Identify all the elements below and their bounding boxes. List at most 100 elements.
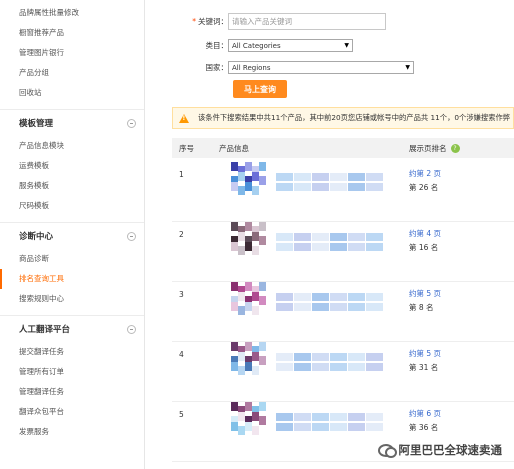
row-number: 2 [179, 230, 184, 239]
blurred-text-block [294, 233, 311, 241]
product-title-blurred[interactable] [262, 405, 412, 447]
sidebar-item-service-template[interactable]: 服务模板 [0, 176, 144, 196]
blurred-text-block [348, 303, 365, 311]
rank-page-link[interactable]: 约第 6 页 [409, 408, 441, 419]
thumbnail-pixel [238, 186, 245, 195]
sidebar-item-brand-attr[interactable]: 品牌属性批量修改 [0, 3, 144, 23]
sidebar-item-all-orders[interactable]: 管理所有订单 [0, 362, 144, 382]
thumbnail-pixel [231, 422, 238, 431]
sidebar-group-header[interactable]: 模板管理 [0, 110, 144, 136]
thumbnail-pixel [245, 302, 252, 311]
blurred-text-block [348, 183, 365, 191]
sidebar: 品牌属性批量修改 橱窗推荐产品 管理图片银行 产品分组 回收站 模板管理 产品信… [0, 0, 145, 469]
blurred-text-block [330, 353, 347, 361]
sidebar-item-recycle[interactable]: 回收站 [0, 83, 144, 103]
sidebar-group-header[interactable]: 人工翻译平台 [0, 316, 144, 342]
blurred-text-block [348, 363, 365, 371]
category-select[interactable]: All Categories ▼ [228, 39, 353, 52]
thumbnail-pixel [245, 282, 252, 291]
blurred-text-block [312, 293, 329, 301]
blurred-text-block [366, 353, 383, 361]
thumbnail-pixel [231, 162, 238, 171]
table-row: 3 约第 5 页第 8 名 [172, 280, 514, 342]
table-row: 1 约第 2 页第 26 名 [172, 160, 514, 222]
blurred-text-block [276, 303, 293, 311]
thumbnail-pixel [238, 412, 245, 421]
sidebar-item-crowdsource[interactable]: 翻译众包平台 [0, 402, 144, 422]
thumbnail-pixel [231, 402, 238, 411]
blurred-text-block [294, 413, 311, 421]
thumbnail-pixel [231, 342, 238, 351]
blurred-text-block [348, 423, 365, 431]
rank-page-link[interactable]: 约第 5 页 [409, 348, 441, 359]
sidebar-item-image-bank[interactable]: 管理图片银行 [0, 43, 144, 63]
thumbnail-pixel [245, 242, 252, 251]
product-title-blurred[interactable] [262, 165, 412, 207]
query-button[interactable]: 马上查询 [233, 80, 287, 98]
table-row: 2 约第 4 页第 16 名 [172, 220, 514, 282]
notice-text: 该条件下搜索结果中共11个产品，其中前20页您店铺或帐号中的产品共 11个，0个… [198, 113, 511, 122]
help-icon[interactable]: ? [450, 143, 460, 153]
thumbnail-pixel [245, 362, 252, 371]
category-row: 类目： All Categories ▼ [190, 39, 353, 52]
rank-page-link[interactable]: 约第 2 页 [409, 168, 441, 179]
sidebar-item-product-group[interactable]: 产品分组 [0, 63, 144, 83]
blurred-text-block [276, 183, 293, 191]
sidebar-group-title: 人工翻译平台 [19, 325, 71, 335]
blurred-text-block [276, 353, 293, 361]
sidebar-item-search-rules[interactable]: 搜索规则中心 [0, 289, 144, 309]
sidebar-item-invoice[interactable]: 发票服务 [0, 422, 144, 442]
collapse-icon[interactable] [127, 118, 136, 128]
sidebar-item-shipping-template[interactable]: 运费模板 [0, 156, 144, 176]
sidebar-item-manage-translation[interactable]: 管理翻译任务 [0, 382, 144, 402]
blurred-text-block [312, 233, 329, 241]
blurred-text-block [366, 173, 383, 181]
thumbnail-pixel [231, 362, 238, 371]
blurred-text-block [312, 423, 329, 431]
sidebar-item-submit-translation[interactable]: 提交翻译任务 [0, 342, 144, 362]
blurred-text-block [330, 243, 347, 251]
row-number: 3 [179, 290, 184, 299]
rank-page-link[interactable]: 约第 4 页 [409, 228, 441, 239]
blurred-text-block [276, 293, 293, 301]
blurred-text-block [294, 243, 311, 251]
blurred-text-block [348, 413, 365, 421]
sidebar-item-rank-query[interactable]: 排名查询工具 [0, 269, 144, 289]
blurred-text-block [276, 363, 293, 371]
blurred-text-block [294, 423, 311, 431]
sidebar-group-header[interactable]: 诊断中心 [0, 223, 144, 249]
sidebar-item-size-template[interactable]: 尺码模板 [0, 196, 144, 216]
header-no: 序号 [179, 143, 194, 153]
product-title-blurred[interactable] [262, 345, 412, 387]
product-title-blurred[interactable] [262, 285, 412, 327]
header-rank: 展示页排名 ? [409, 143, 460, 154]
table-header: 序号 产品信息 展示页排名 ? [172, 138, 514, 158]
thumbnail-pixel [231, 222, 238, 231]
watermark: 阿里巴巴全球速卖通 [377, 442, 502, 458]
collapse-icon[interactable] [127, 231, 136, 241]
header-rank-label: 展示页排名 [409, 143, 447, 153]
header-info: 产品信息 [219, 143, 249, 153]
keyword-input[interactable]: 请输入产品关键词 [228, 13, 386, 30]
blurred-text-block [276, 243, 293, 251]
region-select[interactable]: All Regions ▼ [228, 61, 414, 74]
thumbnail-pixel [252, 292, 259, 301]
sidebar-item-product-diagnosis[interactable]: 商品诊断 [0, 249, 144, 269]
blurred-text-block [294, 293, 311, 301]
region-row: 国家： All Regions ▼ [190, 61, 414, 74]
thumbnail-pixel [252, 186, 259, 195]
row-number: 4 [179, 350, 184, 359]
sidebar-item-info-module[interactable]: 产品信息模块 [0, 136, 144, 156]
collapse-icon[interactable] [127, 324, 136, 334]
rank-position: 第 8 名 [409, 303, 434, 312]
rank-page-link[interactable]: 约第 5 页 [409, 288, 441, 299]
blurred-text-block [312, 183, 329, 191]
thumbnail-pixel [245, 162, 252, 171]
product-title-blurred[interactable] [262, 225, 412, 267]
thumbnail-pixel [245, 402, 252, 411]
thumbnail-pixel [252, 426, 259, 435]
rank-position: 第 16 名 [409, 243, 439, 252]
sidebar-item-showcase[interactable]: 橱窗推荐产品 [0, 23, 144, 43]
row-number: 1 [179, 170, 184, 179]
thumbnail-pixel [252, 232, 259, 241]
